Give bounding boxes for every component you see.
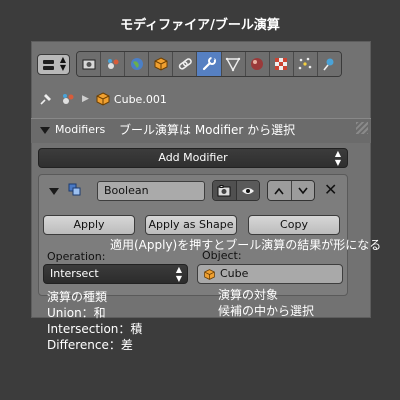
tab-data[interactable] (221, 52, 246, 76)
tab-modifiers[interactable] (197, 52, 222, 76)
modifiers-title: Modifiers (55, 123, 106, 136)
tab-constraints[interactable] (173, 52, 198, 76)
type-intersection: Intersection：積 (47, 322, 143, 336)
object-label: Object: (202, 249, 242, 262)
add-modifier-label: Add Modifier (158, 151, 228, 164)
modifier-move-buttons (267, 180, 315, 201)
modifier-name-field[interactable]: Boolean (97, 181, 205, 201)
object-value: Cube (220, 267, 249, 280)
scene-icon (107, 59, 119, 69)
physics-icon (323, 58, 334, 71)
cube-icon (204, 269, 215, 280)
data-icon (225, 57, 241, 72)
tab-texture[interactable] (269, 52, 294, 76)
move-down-button[interactable] (291, 181, 314, 200)
apply-button[interactable]: Apply (43, 215, 135, 235)
updown-icon: ▲ ▼ (334, 149, 341, 167)
render-toggle[interactable] (213, 181, 237, 200)
boolean-modifier-icon (68, 183, 81, 196)
tab-scene[interactable] (101, 52, 126, 76)
modifier-collapse-icon[interactable] (49, 188, 59, 195)
operation-select[interactable]: Intersect ▲ ▼ (43, 264, 188, 284)
annotation-operation-types: 演算の種類 Union：和 Intersection：積 Difference：… (47, 289, 142, 353)
object-field[interactable]: Cube (197, 264, 343, 284)
pin-icon[interactable] (38, 91, 54, 107)
types-title: 演算の種類 (47, 290, 108, 304)
properties-tabs (76, 51, 342, 77)
tab-physics[interactable] (317, 52, 341, 76)
updown-icon: ▲ ▼ (59, 55, 66, 72)
eye-icon (241, 187, 254, 194)
tab-world[interactable] (125, 52, 150, 76)
tab-object[interactable] (149, 52, 174, 76)
modifiers-icon (202, 57, 217, 71)
cube-icon (96, 92, 110, 106)
apply-as-shape-button[interactable]: Apply as Shape (145, 215, 237, 235)
particles-icon (299, 57, 312, 70)
type-difference: Difference：差 (47, 338, 133, 352)
add-modifier-button[interactable]: Add Modifier ▲ ▼ (38, 148, 348, 168)
context-path: ▶ Cube.001 (38, 88, 167, 110)
render-icon (82, 59, 96, 70)
viewport-toggle[interactable] (236, 181, 259, 200)
move-up-button[interactable] (268, 181, 292, 200)
tab-material[interactable] (245, 52, 270, 76)
collapse-triangle-icon[interactable] (40, 127, 50, 134)
updown-icon: ▲ ▼ (175, 265, 182, 283)
drag-grip-icon[interactable] (356, 122, 368, 134)
arrow-up-icon (274, 187, 284, 194)
target-line-1: 演算の対象 (218, 288, 279, 302)
tab-particles[interactable] (293, 52, 318, 76)
tab-render[interactable] (77, 52, 102, 76)
constraints-icon (178, 58, 192, 70)
camera-icon (217, 184, 231, 196)
world-icon (130, 58, 143, 70)
page-caption: モディファイア/ブール演算 (120, 18, 280, 33)
object-name: Cube.001 (113, 92, 167, 106)
chevron-right-icon: ▶ (82, 94, 89, 104)
operation-label: Operation: (47, 250, 106, 263)
copy-button[interactable]: Copy (248, 215, 340, 235)
modifier-visibility-toggles (212, 180, 260, 201)
arrow-down-icon (298, 187, 308, 194)
scene-icon (63, 94, 74, 104)
editor-type-toggle[interactable]: ▲ ▼ (37, 54, 70, 75)
target-line-2: 候補の中から選択 (218, 304, 315, 318)
material-icon (251, 58, 264, 70)
object-icon (154, 57, 168, 71)
remove-modifier-close-icon[interactable]: ✕ (324, 180, 337, 199)
annotation-apply: 適用(Apply)を押すとブール演算の結果が形になる (110, 238, 382, 252)
texture-icon (275, 58, 288, 70)
type-union: Union：和 (47, 306, 106, 320)
annotation-object-target: 演算の対象 候補の中から選択 (218, 287, 314, 319)
operation-value: Intersect (50, 267, 99, 280)
annotation-modifier: ブール演算は Modifier から選択 (119, 123, 296, 137)
